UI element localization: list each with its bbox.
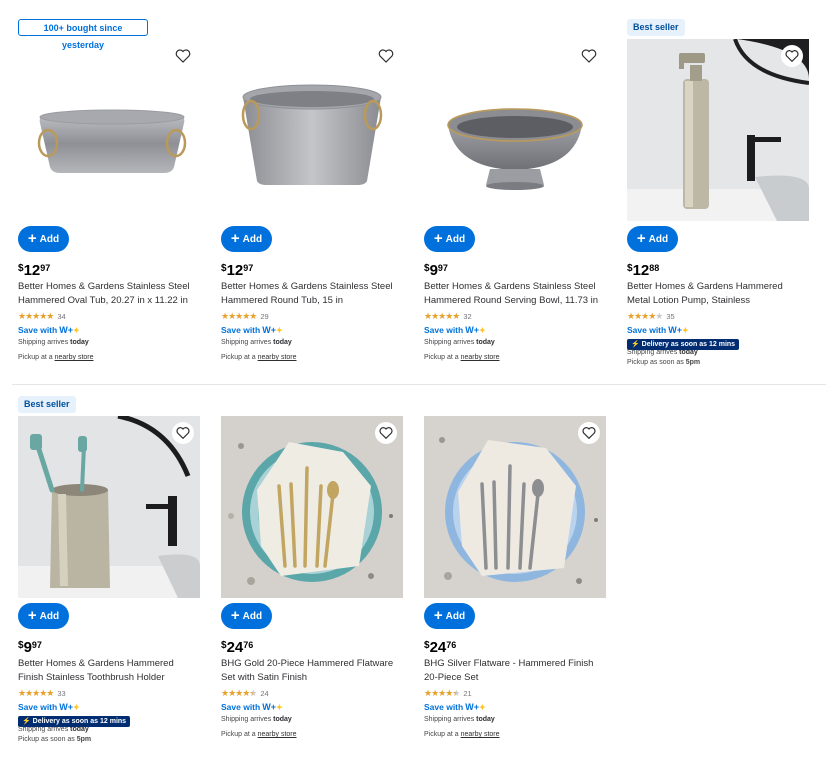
shipping-info: Shipping arrives today	[18, 339, 89, 346]
add-to-cart-button[interactable]: + Add	[18, 226, 69, 252]
shipping-info: Shipping arrives today	[18, 726, 89, 733]
pickup-info: Pickup as soon as 5pm	[18, 736, 92, 743]
price: $2476	[221, 639, 254, 656]
pickup-info: Pickup at a nearby store	[221, 354, 297, 361]
plus-icon: +	[230, 606, 240, 624]
star-rating-icon: ★★★★★	[221, 688, 257, 698]
pickup-info: Pickup at a nearby store	[18, 354, 94, 361]
save-with-walmart-plus[interactable]: Save with W+✦	[424, 702, 486, 712]
walmart-plus-icon: W+✦	[668, 325, 689, 335]
pickup-info: Pickup at a nearby store	[424, 354, 500, 361]
shipping-info: Shipping arrives today	[221, 339, 292, 346]
product-title[interactable]: Better Homes & Gardens Hammered Finish S…	[18, 657, 198, 684]
product-title[interactable]: BHG Silver Flatware - Hammered Finish 20…	[424, 657, 604, 684]
nearby-store-link[interactable]: nearby store	[461, 354, 500, 361]
price: $2476	[424, 639, 457, 656]
star-rating-icon: ★★★★★	[424, 688, 460, 698]
shipping-info: Shipping arrives today	[424, 339, 495, 346]
plus-icon: +	[433, 606, 443, 624]
save-with-walmart-plus[interactable]: Save with W+✦	[18, 702, 80, 712]
pickup-info: Pickup at a nearby store	[221, 731, 297, 738]
heart-icon[interactable]	[172, 422, 194, 444]
product-title[interactable]: Better Homes & Gardens Stainless Steel H…	[221, 280, 401, 307]
best-seller-badge: Best seller	[627, 19, 685, 36]
product-title[interactable]: BHG Gold 20-Piece Hammered Flatware Set …	[221, 657, 401, 684]
walmart-plus-icon: W+✦	[465, 325, 486, 335]
product-image[interactable]	[18, 416, 200, 598]
add-to-cart-button[interactable]: + Add	[221, 226, 272, 252]
walmart-plus-icon: W+✦	[262, 702, 283, 712]
star-rating-icon: ★★★★★	[18, 688, 54, 698]
heart-icon[interactable]	[377, 47, 395, 65]
lightning-icon: ⚡	[22, 718, 31, 725]
price: $1288	[627, 262, 660, 279]
save-with-walmart-plus[interactable]: Save with W+✦	[627, 325, 689, 335]
save-with-walmart-plus[interactable]: Save with W+✦	[18, 325, 80, 335]
walmart-plus-icon: W+✦	[59, 325, 80, 335]
add-to-cart-button[interactable]: + Add	[424, 603, 475, 629]
product-image[interactable]	[221, 416, 403, 598]
plus-icon: +	[636, 229, 646, 247]
rating: ★★★★★ 32	[424, 311, 472, 321]
product-title[interactable]: Better Homes & Gardens Hammered Metal Lo…	[627, 280, 807, 307]
star-rating-icon: ★★★★★	[221, 311, 257, 321]
nearby-store-link[interactable]: nearby store	[258, 354, 297, 361]
product-image[interactable]	[627, 39, 809, 221]
plus-icon: +	[230, 229, 240, 247]
add-to-cart-button[interactable]: + Add	[18, 603, 69, 629]
product-image[interactable]	[424, 39, 606, 221]
shipping-info: Shipping arrives today	[221, 716, 292, 723]
best-seller-badge: Best seller	[18, 396, 76, 413]
price: $997	[424, 262, 448, 279]
product-title[interactable]: Better Homes & Gardens Stainless Steel H…	[18, 280, 198, 307]
heart-icon[interactable]	[375, 422, 397, 444]
star-rating-icon: ★★★★★	[424, 311, 460, 321]
shipping-info: Shipping arrives today	[424, 716, 495, 723]
add-to-cart-button[interactable]: + Add	[424, 226, 475, 252]
save-with-walmart-plus[interactable]: Save with W+✦	[221, 325, 283, 335]
price: $1297	[221, 262, 254, 279]
rating: ★★★★★ 24	[221, 688, 269, 698]
rating: ★★★★★ 21	[424, 688, 472, 698]
popularity-badge: 100+ bought since yesterday	[18, 19, 148, 50]
shipping-info: Shipping arrives today	[627, 349, 698, 356]
product-image[interactable]	[18, 39, 200, 221]
product-image[interactable]	[221, 39, 403, 221]
heart-icon[interactable]	[578, 422, 600, 444]
rating: ★★★★★ 35	[627, 311, 675, 321]
product-title[interactable]: Better Homes & Gardens Stainless Steel H…	[424, 280, 604, 307]
price: $997	[18, 639, 42, 656]
save-with-walmart-plus[interactable]: Save with W+✦	[424, 325, 486, 335]
walmart-plus-icon: W+✦	[465, 702, 486, 712]
nearby-store-link[interactable]: nearby store	[258, 731, 297, 738]
save-with-walmart-plus[interactable]: Save with W+✦	[221, 702, 283, 712]
row-divider	[12, 384, 826, 385]
add-to-cart-button[interactable]: + Add	[221, 603, 272, 629]
rating: ★★★★★ 29	[221, 311, 269, 321]
rating: ★★★★★ 33	[18, 688, 66, 698]
price: $1297	[18, 262, 51, 279]
product-image[interactable]	[424, 416, 606, 598]
lightning-icon: ⚡	[631, 341, 640, 348]
walmart-plus-icon: W+✦	[59, 702, 80, 712]
rating: ★★★★★ 34	[18, 311, 66, 321]
nearby-store-link[interactable]: nearby store	[55, 354, 94, 361]
heart-icon[interactable]	[174, 47, 192, 65]
plus-icon: +	[433, 229, 443, 247]
pickup-info: Pickup at a nearby store	[424, 731, 500, 738]
star-rating-icon: ★★★★★	[18, 311, 54, 321]
heart-icon[interactable]	[781, 45, 803, 67]
plus-icon: +	[27, 229, 37, 247]
add-to-cart-button[interactable]: + Add	[627, 226, 678, 252]
nearby-store-link[interactable]: nearby store	[461, 731, 500, 738]
walmart-plus-icon: W+✦	[262, 325, 283, 335]
pickup-info: Pickup as soon as 5pm	[627, 359, 701, 366]
heart-icon[interactable]	[580, 47, 598, 65]
star-rating-icon: ★★★★★	[627, 311, 663, 321]
plus-icon: +	[27, 606, 37, 624]
